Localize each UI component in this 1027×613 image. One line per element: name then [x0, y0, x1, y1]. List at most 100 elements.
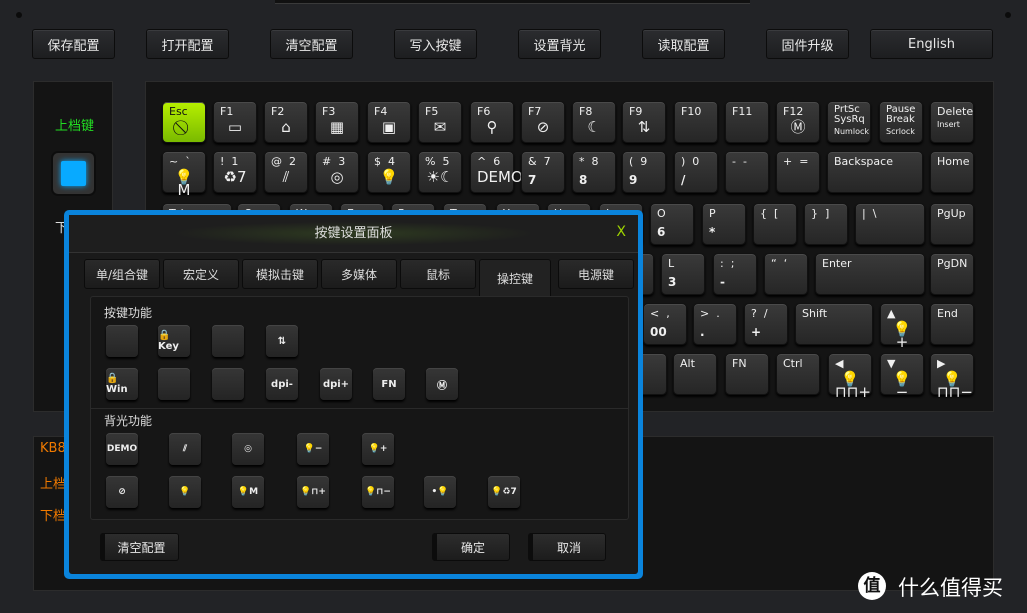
key[interactable]: Ctrl	[776, 353, 820, 395]
backlight-button[interactable]: DEMO	[106, 433, 138, 465]
key[interactable]: : ; -	[713, 253, 757, 295]
key[interactable]: ^ 6 DEMO	[470, 151, 523, 193]
cancel-button[interactable]: 取消	[528, 533, 606, 561]
tab[interactable]: 宏定义	[163, 259, 239, 289]
function-button[interactable]: dpi-	[266, 368, 298, 400]
key[interactable]: PgUp	[930, 203, 974, 245]
key[interactable]: F5 ✉	[418, 101, 462, 143]
key[interactable]: P *	[702, 203, 746, 245]
key[interactable]: F4 ▣	[367, 101, 411, 143]
backlight-button[interactable]: 💡M	[232, 476, 264, 508]
backlight-button[interactable]: 💡−	[297, 433, 329, 465]
function-button[interactable]	[106, 325, 138, 357]
key[interactable]: Pause Break Scrlock	[879, 101, 923, 143]
key[interactable]: Delete Insert	[930, 101, 974, 143]
toolbar-button[interactable]: 写入按键	[394, 29, 477, 59]
key[interactable]: F2 ⌂	[264, 101, 308, 143]
key[interactable]: F11	[725, 101, 769, 143]
toolbar-button[interactable]: 清空配置	[270, 29, 353, 59]
tab[interactable]: 模拟击键	[242, 259, 318, 289]
function-button[interactable]	[158, 368, 190, 400]
function-button[interactable]: dpi+	[320, 368, 352, 400]
key[interactable]: ▶ 💡⊓⊓−	[930, 353, 974, 400]
key[interactable]: @ 2 ⫽	[264, 151, 308, 193]
backlight-button[interactable]: ⫽	[169, 433, 201, 465]
key[interactable]: L3	[661, 253, 705, 295]
key[interactable]: F6 ⚲	[470, 101, 514, 143]
tab[interactable]: 电源键	[558, 259, 634, 289]
key[interactable]: F7 ⊘	[521, 101, 565, 143]
function-button[interactable]: 🔒Win	[106, 368, 138, 400]
toolbar-button[interactable]: 打开配置	[146, 29, 229, 59]
tab[interactable]: 单/组合键	[84, 259, 160, 289]
key[interactable]: F1 ▭	[213, 101, 257, 143]
tab[interactable]: 多媒体	[321, 259, 397, 289]
function-button[interactable]: 🔒Key	[158, 325, 190, 357]
key[interactable]: ~ ` 💡M	[162, 151, 206, 198]
key[interactable]: * 88	[572, 151, 616, 193]
backlight-button[interactable]: 💡⊓+	[297, 476, 329, 508]
key[interactable]: ) 0 /	[674, 151, 718, 193]
key[interactable]: # 3 ◎	[315, 151, 359, 193]
key[interactable]: Home	[930, 151, 974, 193]
function-button[interactable]: FN	[373, 368, 405, 400]
key[interactable]: FN	[725, 353, 769, 395]
key[interactable]: | \	[855, 203, 925, 245]
function-button[interactable]	[212, 325, 244, 357]
toolbar-button[interactable]: 设置背光	[518, 29, 601, 59]
backlight-button[interactable]: ⊘	[106, 476, 138, 508]
key[interactable]: ! 1 ♻7	[213, 151, 257, 193]
key[interactable]: $ 4 💡	[367, 151, 411, 193]
key[interactable]: Alt	[673, 353, 717, 395]
key[interactable]: O6	[650, 203, 694, 245]
key[interactable]: ? / +	[744, 303, 788, 345]
backlight-button[interactable]: 💡♻7	[488, 476, 520, 508]
backlight-button[interactable]: 💡+	[362, 433, 394, 465]
key[interactable]: ▼ 💡−	[880, 353, 924, 400]
function-button[interactable]: Ⓜ	[426, 368, 458, 400]
key[interactable]: % 5 ☀☾	[418, 151, 462, 193]
backlight-button[interactable]: 💡⊓−	[362, 476, 394, 508]
key[interactable]: F12 Ⓜ	[776, 101, 820, 143]
key[interactable]: ▲ 💡+	[880, 303, 924, 350]
key[interactable]: Shift	[795, 303, 873, 345]
key[interactable]: F9 ⇅	[622, 101, 666, 143]
key[interactable]: < , 00	[643, 303, 687, 345]
toolbar-button[interactable]: 读取配置	[642, 29, 725, 59]
tab[interactable]: 鼠标	[400, 259, 476, 289]
key[interactable]: Enter	[815, 253, 925, 295]
key[interactable]: End	[930, 303, 974, 345]
key[interactable]: { [	[753, 203, 797, 245]
key[interactable]: “ ‘	[764, 253, 808, 295]
key[interactable]: Backspace	[827, 151, 923, 193]
key[interactable]: F10	[674, 101, 718, 143]
toolbar-button[interactable]: 固件升级	[766, 29, 849, 59]
toolbar-button[interactable]: 保存配置	[32, 29, 115, 59]
key-icon: ▭	[227, 118, 243, 136]
key[interactable]: ( 99	[622, 151, 666, 193]
clear-config-button[interactable]: 清空配置	[100, 533, 179, 561]
key-label: O	[657, 207, 666, 220]
function-button[interactable]	[212, 368, 244, 400]
toolbar-button[interactable]: English	[870, 29, 993, 59]
backlight-button[interactable]: •💡	[424, 476, 456, 508]
key[interactable]: - -	[725, 151, 769, 193]
key[interactable]: > ..	[693, 303, 737, 345]
key[interactable]: + =	[776, 151, 820, 193]
key[interactable]: & 77	[521, 151, 565, 193]
key[interactable]: F8 ☾	[572, 101, 616, 143]
key[interactable]: Esc⃠	[162, 101, 206, 143]
key[interactable]: PrtSc SysRq Numlock	[827, 101, 871, 143]
backlight-button[interactable]: 💡	[169, 476, 201, 508]
key[interactable]: ◀ 💡⊓⊓+	[828, 353, 872, 400]
confirm-button[interactable]: 确定	[432, 533, 510, 561]
tab[interactable]: 操控键	[479, 259, 551, 296]
key[interactable]: F3 ▦	[315, 101, 359, 143]
key[interactable]: PgDN	[930, 253, 974, 295]
shift-key-button[interactable]	[51, 151, 96, 196]
close-button[interactable]: X	[616, 224, 626, 240]
backlight-button[interactable]: ◎	[232, 433, 264, 465]
function-button[interactable]: ⇅	[266, 325, 298, 357]
key[interactable]: } ]	[804, 203, 848, 245]
key-label: F3	[322, 105, 336, 118]
